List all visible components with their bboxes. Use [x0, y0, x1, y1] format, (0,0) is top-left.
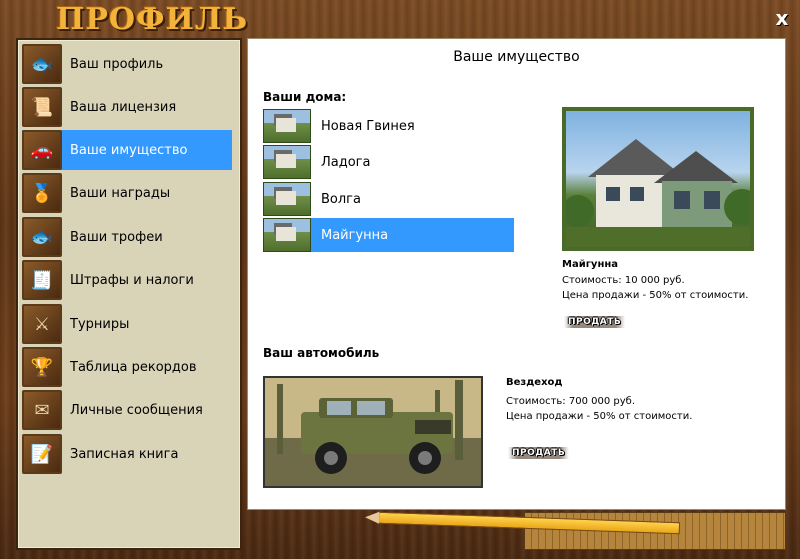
license-doc-icon: 📜: [22, 87, 62, 127]
sidebar-item-label: Ваши трофеи: [70, 229, 163, 245]
houses-heading: Ваши дома:: [263, 90, 347, 104]
property-panel: Ваше имущество Ваши дома: Новая Гвинея Л…: [247, 38, 786, 510]
house-thumbnail: [263, 109, 311, 143]
sidebar-item-fines[interactable]: 🧾 Штрафы и налоги: [22, 260, 232, 300]
sidebar-item-awards[interactable]: 🏅 Ваши награды: [22, 173, 232, 213]
fish-trophy-icon: 🐟: [22, 217, 62, 257]
envelope-icon: ✉: [22, 390, 62, 430]
car-sale-price: Цена продажи - 50% от стоимости.: [506, 411, 693, 422]
house-thumbnail: [263, 218, 311, 252]
house-name: Новая Гвинея: [321, 118, 415, 134]
sidebar-item-label: Ваш профиль: [70, 56, 164, 72]
close-icon[interactable]: x: [772, 8, 792, 28]
house-illustration: [566, 139, 750, 247]
sidebar-item-label: Ваша лицензия: [70, 99, 177, 115]
record-badge-icon: 🏆: [22, 347, 62, 387]
house-list-item[interactable]: Ладога: [263, 145, 514, 179]
sidebar-item-license[interactable]: 📜 Ваша лицензия: [22, 87, 232, 127]
sidebar-item-notebook[interactable]: 📝 Записная книга: [22, 434, 232, 474]
house-list-item[interactable]: Майгунна: [263, 218, 514, 252]
sidebar-item-label: Личные сообщения: [70, 402, 203, 418]
fine-note-icon: 🧾: [22, 260, 62, 300]
sidebar-item-label: Таблица рекордов: [70, 359, 197, 375]
sidebar-item-profile[interactable]: 🐟 Ваш профиль: [22, 44, 232, 84]
sidebar-item-label: Ваши награды: [70, 185, 171, 201]
house-name: Ладога: [321, 154, 371, 170]
house-thumbnail: [263, 145, 311, 179]
house-list-item[interactable]: Новая Гвинея: [263, 109, 514, 143]
sell-car-button[interactable]: ПРОДАТЬ: [508, 447, 570, 459]
sidebar-item-messages[interactable]: ✉ Личные сообщения: [22, 390, 232, 430]
fish-avatar-icon: 🐟: [22, 44, 62, 84]
house-cost: Стоимость: 10 000 руб.: [562, 275, 685, 286]
sell-house-button[interactable]: ПРОДАТЬ: [564, 316, 626, 328]
house-list-item[interactable]: Волга: [263, 182, 514, 216]
sidebar-item-label: Ваше имущество: [70, 142, 188, 158]
car-photo: [263, 376, 483, 488]
house-name: Майгунна: [321, 227, 389, 243]
car-illustration: [265, 378, 481, 486]
house-name: Волга: [321, 191, 361, 207]
window-title: ПРОФИЛЬ: [56, 2, 249, 37]
house-sale-price: Цена продажи - 50% от стоимости.: [562, 290, 749, 301]
crossed-swords-icon: ⚔: [22, 304, 62, 344]
sidebar: 🐟 Ваш профиль 📜 Ваша лицензия 🚗 Ваше иму…: [16, 38, 242, 550]
sidebar-item-tournaments[interactable]: ⚔ Турниры: [22, 304, 232, 344]
house-name-label: Майгунна: [562, 259, 619, 270]
award-medal-icon: 🏅: [22, 173, 62, 213]
notebook-pencil-icon: 📝: [22, 434, 62, 474]
sidebar-item-label: Штрафы и налоги: [70, 272, 194, 288]
sidebar-item-label: Записная книга: [70, 446, 179, 462]
house-thumbnail: [263, 182, 311, 216]
sidebar-item-trophies[interactable]: 🐟 Ваши трофеи: [22, 217, 232, 257]
car-house-icon: 🚗: [22, 130, 62, 170]
car-name-label: Вездеход: [506, 377, 563, 388]
sidebar-item-records[interactable]: 🏆 Таблица рекордов: [22, 347, 232, 387]
sidebar-item-label: Турниры: [70, 316, 130, 332]
page-title: Ваше имущество: [453, 49, 580, 65]
sidebar-item-property[interactable]: 🚗 Ваше имущество: [22, 130, 232, 170]
profile-window: ПРОФИЛЬ x 🐟 Ваш профиль 📜 Ваша лицензия …: [0, 0, 800, 559]
car-heading: Ваш автомобиль: [263, 346, 380, 360]
house-photo: [562, 107, 754, 251]
car-cost: Стоимость: 700 000 руб.: [506, 396, 635, 407]
